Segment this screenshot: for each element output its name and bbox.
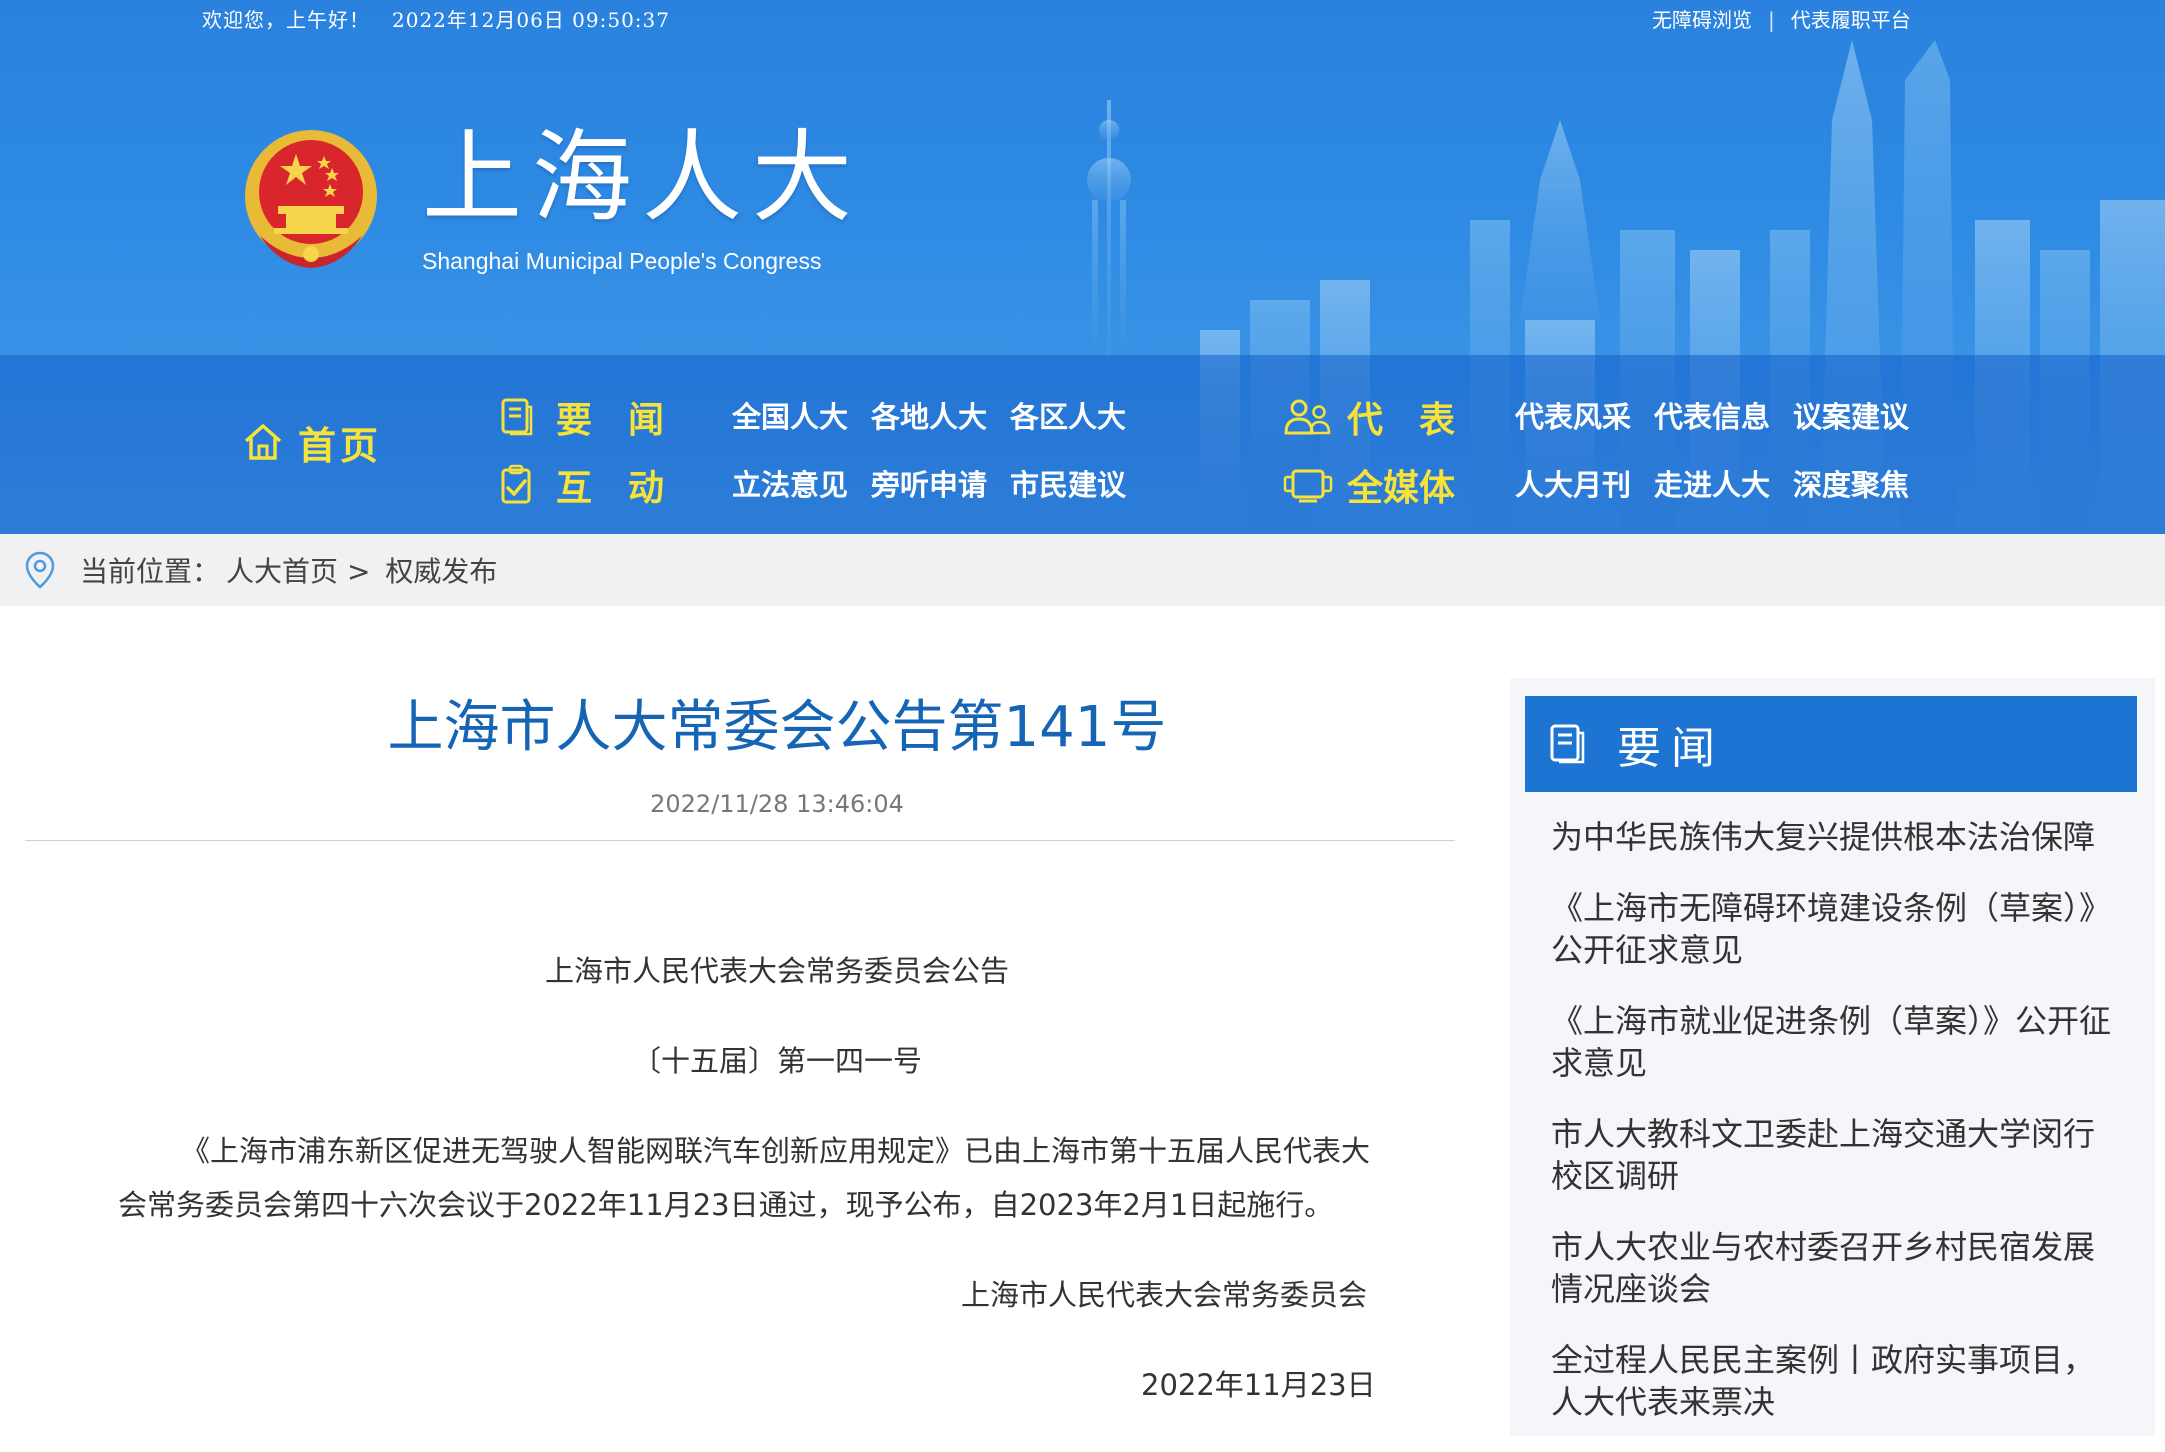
nav-section-media-label: 全媒体 [1347,468,1456,509]
nav-link-local-npc[interactable]: 各地人大 [871,392,987,442]
announcement-heading: 上海市人民代表大会常务委员会公告 [544,954,1009,988]
nav-section-news[interactable]: 要 闻 [500,392,664,442]
nav-section-representatives[interactable]: 代 表 [1283,392,1455,442]
nav-link-district-npc[interactable]: 各区人大 [1010,392,1126,442]
nav-section-interaction-label: 互 动 [556,468,665,509]
breadcrumb-current[interactable]: 权威发布 [385,555,497,588]
nav-link-in-depth-focus[interactable]: 深度聚焦 [1793,460,1909,510]
top-links-separator: | [1768,8,1775,32]
nav-link-attendance-application[interactable]: 旁听申请 [871,460,987,510]
accessibility-link[interactable]: 无障碍浏览 [1652,8,1752,32]
article-date: 2022/11/28 13:46:04 [650,790,904,818]
announcement-signature: 上海市人民代表大会常务委员会 [961,1278,1368,1312]
announcement-number: 〔十五届〕第一四一号 [631,1044,922,1078]
nav-link-rep-profiles[interactable]: 代表风采 [1515,392,1631,442]
article: 上海市人大常委会公告第141号 2022/11/28 13:46:04 上海市人… [25,606,1455,1436]
news-item[interactable]: 全过程人民民主案例丨政府实事项目，人大代表来票决 [1551,1339,2121,1423]
nav-home-label: 首页 [298,423,383,468]
nav-section-media[interactable]: 全媒体 [1283,460,1455,510]
news-item[interactable]: 为中华民族伟大复兴提供根本法治保障 [1551,816,2121,858]
sidebar-heading-label: 要闻 [1617,723,1725,774]
nav-link-visit-npc[interactable]: 走进人大 [1654,460,1770,510]
site-subtitle: Shanghai Municipal People's Congress [422,248,822,274]
greeting-label: 欢迎您，上午好！ [202,8,370,32]
site-title[interactable]: 上海人大 [422,128,862,228]
nav-home[interactable]: 首页 [242,412,382,472]
nav-section-representatives-label: 代 表 [1347,400,1456,441]
sidebar-news-list: 为中华民族伟大复兴提供根本法治保障 《上海市无障碍环境建设条例（草案）》公开征求… [1551,816,2121,1452]
nav-section-news-label: 要 闻 [556,400,665,441]
breadcrumb-home-link[interactable]: 人大首页 [226,555,338,588]
current-datetime: 2022年12月06日 09:50:37 [392,8,670,32]
breadcrumb-separator: > [346,555,371,588]
representative-platform-link[interactable]: 代表履职平台 [1791,8,1911,32]
top-bar: 欢迎您，上午好！ 2022年12月06日 09:50:37 无障碍浏览 | 代表履职平… [0,0,2165,36]
breadcrumb: 当前位置： 人大首页 > 权威发布 [0,534,2165,606]
nav-link-rep-information[interactable]: 代表信息 [1654,392,1770,442]
announcement-body-line1: 《上海市浦东新区促进无驾驶人智能网联汽车创新应用规定》已由上海市第十五届人民代表… [181,1134,1371,1168]
people-icon [1284,399,1331,435]
nav-link-npc-monthly[interactable]: 人大月刊 [1515,460,1631,510]
article-divider [25,840,1455,841]
nav-link-citizen-suggestion[interactable]: 市民建议 [1010,460,1126,510]
nav-link-legislation-opinion[interactable]: 立法意见 [732,460,848,510]
document-icon [1550,724,1585,764]
news-item[interactable]: 《上海市无障碍环境建设条例（草案）》公开征求意见 [1551,887,2121,971]
home-icon [244,424,282,460]
sidebar-news: 要闻 为中华民族伟大复兴提供根本法治保障 《上海市无障碍环境建设条例（草案）》公… [1510,678,2155,1436]
nav-link-national-npc[interactable]: 全国人大 [732,392,848,442]
announcement-sign-date: 2022年11月23日 [1141,1368,1376,1402]
news-item[interactable]: 市人大农业与农村委召开乡村民宿发展情况座谈会 [1551,1226,2121,1310]
breadcrumb-text: 当前位置： 人大首页 > 权威发布 [80,550,497,590]
breadcrumb-prefix: 当前位置： [80,555,221,588]
greeting-text: 欢迎您，上午好！ 2022年12月06日 09:50:37 [202,4,692,33]
document-icon [501,398,533,436]
sidebar-heading[interactable]: 要闻 [1525,696,2137,792]
top-links: 无障碍浏览 | 代表履职平台 [1652,4,1911,33]
news-item[interactable]: 《上海市就业促进条例（草案）》公开征求意见 [1551,1000,2121,1084]
media-icon [1283,469,1333,503]
nav-section-interaction[interactable]: 互 动 [500,460,664,510]
checklist-icon [501,464,531,504]
article-title: 上海市人大常委会公告第141号 [387,695,1167,760]
news-item[interactable]: 市人大教科文卫委赴上海交通大学闵行校区调研 [1551,1113,2121,1197]
location-pin-icon [25,551,55,589]
nav-link-motions-suggestions[interactable]: 议案建议 [1793,392,1909,442]
announcement-body-line2: 会常务委员会第四十六次会议于2022年11月23日通过，现予公布，自2023年2… [118,1188,1334,1222]
national-emblem-logo[interactable] [240,126,382,276]
